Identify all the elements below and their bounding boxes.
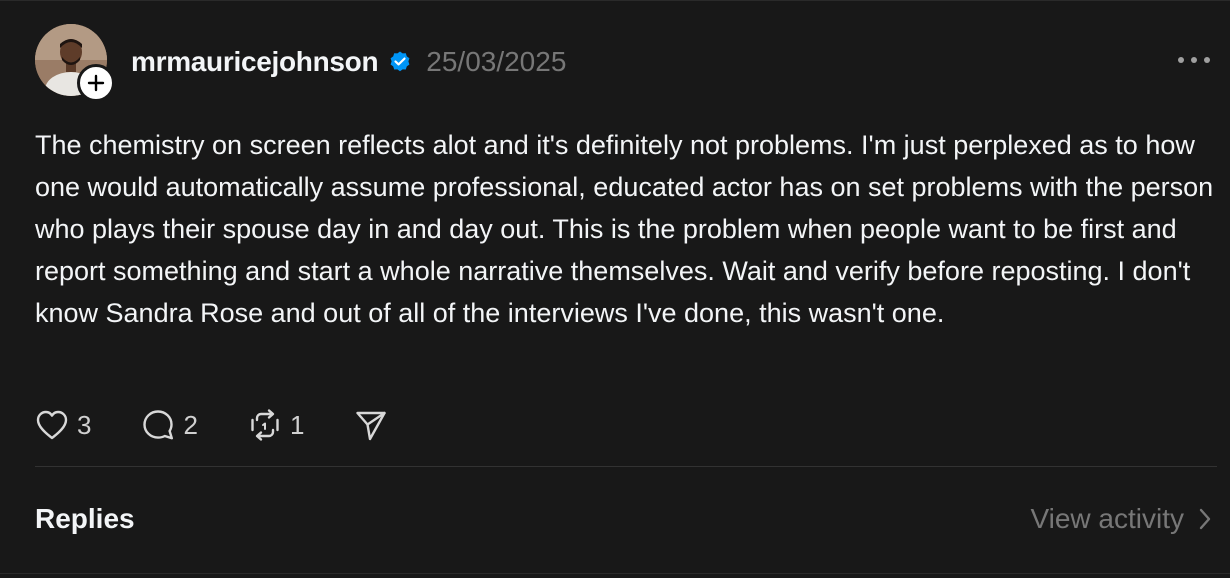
heart-icon	[36, 410, 68, 440]
repost-icon	[251, 409, 279, 441]
repost-button[interactable]: 1	[248, 408, 304, 442]
action-bar: 3 2 1	[35, 405, 438, 445]
post-text: The chemistry on screen reflects alot an…	[35, 130, 1214, 328]
repost-count: 1	[289, 409, 305, 440]
plus-icon	[87, 74, 105, 92]
comment-button[interactable]: 2	[141, 408, 198, 442]
section-divider	[35, 466, 1217, 467]
thread-post: mrmauricejohnson 25/03/2025 The chemistr…	[0, 0, 1230, 578]
more-dot-icon	[1204, 57, 1210, 63]
like-button[interactable]: 3	[35, 409, 91, 441]
view-activity-label: View activity	[1030, 503, 1184, 534]
share-button[interactable]	[354, 408, 388, 442]
post-date[interactable]: 25/03/2025	[426, 46, 566, 78]
post-header: mrmauricejohnson 25/03/2025	[131, 44, 566, 80]
more-dot-icon	[1191, 57, 1197, 63]
avatar-container[interactable]	[35, 24, 115, 102]
more-options-button[interactable]	[1178, 50, 1210, 70]
verified-badge-icon	[388, 50, 412, 74]
username-link[interactable]: mrmauricejohnson	[131, 46, 379, 78]
send-icon	[356, 411, 387, 441]
more-dot-icon	[1178, 57, 1184, 63]
comment-bubble-icon	[143, 410, 174, 440]
comment-count: 2	[183, 409, 198, 440]
follow-plus-button[interactable]	[77, 64, 115, 102]
chevron-right-icon	[1198, 507, 1212, 531]
replies-heading: Replies	[35, 503, 135, 534]
bottom-divider	[0, 573, 1230, 574]
view-activity-link[interactable]: View activity	[1030, 503, 1212, 535]
top-divider	[0, 0, 1230, 1]
like-count: 3	[77, 409, 92, 440]
